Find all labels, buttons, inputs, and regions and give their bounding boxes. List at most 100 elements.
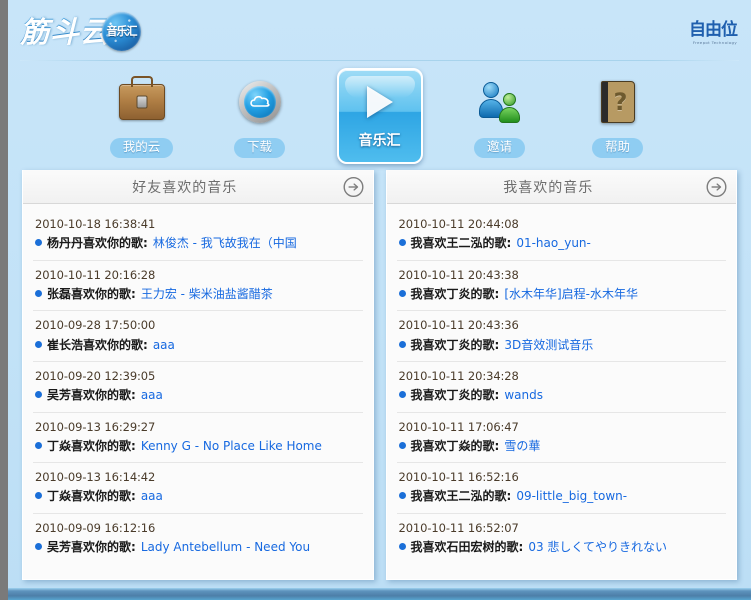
nav-item-my-cloud[interactable]: 我的云 bbox=[101, 74, 183, 166]
bullet-icon bbox=[35, 340, 42, 348]
panel-body-my-music: 2010-10-11 20:44:08 我喜欢王二泓的歌: 01-hao_yun… bbox=[387, 204, 737, 579]
entry-line: 杨丹丹喜欢你的歌: 林俊杰 - 我飞故我在（中国 bbox=[35, 235, 361, 252]
entry-line: 我喜欢王二泓的歌: 09-little_big_town- bbox=[398, 488, 725, 505]
entry-song-link[interactable]: 03 悲しくてやりきれない bbox=[528, 539, 667, 556]
entry-song-link[interactable]: 王力宏 - 柴米油盐酱醋茶 bbox=[141, 286, 273, 303]
entry-timestamp: 2010-09-13 16:14:42 bbox=[35, 470, 156, 485]
bullet-icon bbox=[398, 289, 406, 297]
entry-song-link[interactable]: 09-little_big_town- bbox=[516, 488, 627, 505]
entry-song-link[interactable]: [水木年华]启程-水木年华 bbox=[504, 286, 638, 303]
entry-song-link[interactable]: Kenny G - No Place Like Home bbox=[141, 438, 322, 455]
list-item[interactable]: 2010-09-13 16:29:27 丁焱喜欢你的歌: Kenny G - N… bbox=[33, 413, 363, 464]
entry-line: 丁焱喜欢你的歌: Kenny G - No Place Like Home bbox=[35, 438, 361, 455]
list-item[interactable]: 2010-10-11 20:43:38 我喜欢丁炎的歌: [水木年华]启程-水木… bbox=[396, 261, 726, 312]
list-item[interactable]: 2010-10-11 20:43:36 我喜欢丁炎的歌: 3D音效测试音乐 bbox=[396, 311, 726, 362]
list-item[interactable]: 2010-10-11 20:16:28 张磊喜欢你的歌: 王力宏 - 柴米油盐酱… bbox=[33, 261, 363, 312]
header-divider bbox=[20, 60, 739, 61]
list-item[interactable]: 2010-10-18 16:38:41 杨丹丹喜欢你的歌: 林俊杰 - 我飞故我… bbox=[33, 210, 363, 261]
entry-song-link[interactable]: 林俊杰 - 我飞故我在（中国 bbox=[153, 235, 297, 252]
entry-timestamp: 2010-09-13 16:29:27 bbox=[35, 419, 156, 434]
logo-badge-icon: 音乐汇 bbox=[102, 11, 142, 51]
bullet-icon bbox=[35, 543, 42, 551]
list-item[interactable]: 2010-09-13 16:14:42 丁焱喜欢你的歌: aaa bbox=[33, 463, 363, 514]
entry-actor: 我喜欢王二泓的歌: bbox=[410, 236, 512, 251]
bullet-icon bbox=[398, 543, 406, 551]
entry-actor: 我喜欢丁焱的歌: bbox=[410, 438, 500, 453]
entry-song-link[interactable]: 01-hao_yun- bbox=[516, 235, 591, 252]
entry-actor: 我喜欢丁炎的歌: bbox=[410, 388, 500, 403]
panels-container: 好友喜欢的音乐 2010-10-18 16:38:41 杨丹丹喜欢你的歌: 林俊… bbox=[8, 170, 751, 580]
entry-timestamp: 2010-09-28 17:50:00 bbox=[35, 318, 156, 333]
entry-timestamp: 2010-10-11 16:52:07 bbox=[398, 520, 519, 535]
entry-timestamp: 2010-10-11 20:43:36 bbox=[398, 318, 519, 333]
nav-label-my-cloud: 我的云 bbox=[109, 138, 174, 158]
entry-line: 我喜欢王二泓的歌: 01-hao_yun- bbox=[398, 235, 725, 252]
entry-timestamp: 2010-09-20 12:39:05 bbox=[35, 368, 156, 383]
entry-actor: 我喜欢丁炎的歌: bbox=[410, 337, 500, 352]
list-item[interactable]: 2010-09-28 17:50:00 崔长浩喜欢你的歌: aaa bbox=[33, 311, 363, 362]
entry-timestamp: 2010-10-11 16:52:16 bbox=[398, 470, 519, 485]
entry-actor: 丁焱喜欢你的歌: bbox=[47, 489, 136, 504]
entry-song-link[interactable]: Lady Antebellum - Need You bbox=[141, 539, 310, 556]
bullet-icon bbox=[35, 239, 42, 247]
nav-label-music-hub: 音乐汇 bbox=[358, 133, 401, 149]
entry-actor: 杨丹丹喜欢你的歌: bbox=[47, 236, 148, 251]
entry-line: 崔长浩喜欢你的歌: aaa bbox=[35, 337, 361, 354]
nav-label-download: 下载 bbox=[233, 138, 285, 158]
logo[interactable]: 筋斗云 音乐汇 bbox=[20, 8, 142, 54]
bullet-icon bbox=[398, 492, 406, 500]
entry-actor: 我喜欢王二泓的歌: bbox=[410, 489, 512, 504]
panel-title-friends-music: 好友喜欢的音乐 bbox=[132, 179, 238, 196]
entry-timestamp: 2010-10-18 16:38:41 bbox=[35, 217, 156, 231]
nav-item-invite[interactable]: 邀请 bbox=[459, 74, 541, 166]
entry-song-link[interactable]: wands bbox=[504, 387, 543, 404]
bullet-icon bbox=[35, 289, 42, 297]
bullet-icon bbox=[35, 492, 42, 500]
entry-line: 我喜欢丁炎的歌: [水木年华]启程-水木年华 bbox=[398, 286, 725, 303]
nav-item-music-hub[interactable]: 音乐汇 bbox=[336, 68, 423, 164]
main-navigation: 我的云 下载 音乐汇 邀请 ? 帮助 bbox=[8, 62, 751, 170]
entry-actor: 我喜欢石田宏树的歌: bbox=[410, 540, 524, 555]
arrow-right-circle-icon[interactable] bbox=[342, 176, 364, 197]
entry-timestamp: 2010-09-09 16:12:16 bbox=[35, 520, 156, 535]
entry-song-link[interactable]: aaa bbox=[141, 488, 163, 505]
list-item[interactable]: 2010-10-11 16:52:16 我喜欢王二泓的歌: 09-little_… bbox=[396, 463, 726, 514]
entry-song-link[interactable]: 雪の華 bbox=[504, 438, 540, 455]
bullet-icon bbox=[398, 239, 406, 247]
panel-header: 好友喜欢的音乐 bbox=[23, 170, 373, 204]
brandmark-subtitle: Freepot Technology bbox=[692, 40, 737, 45]
list-item[interactable]: 2010-10-11 20:34:28 我喜欢丁炎的歌: wands bbox=[396, 362, 726, 413]
bullet-icon bbox=[35, 441, 42, 449]
list-item[interactable]: 2010-10-11 16:52:07 我喜欢石田宏树的歌: 03 悲しくてやり… bbox=[397, 514, 727, 564]
entry-song-link[interactable]: 3D音效测试音乐 bbox=[504, 337, 593, 354]
entry-song-link[interactable]: aaa bbox=[141, 387, 163, 404]
list-item[interactable]: 2010-09-09 16:12:16 吴芳喜欢你的歌: Lady Antebe… bbox=[33, 514, 363, 564]
people-icon bbox=[472, 74, 528, 130]
nav-label-help: 帮助 bbox=[591, 138, 643, 158]
list-item[interactable]: 2010-10-11 17:06:47 我喜欢丁焱的歌: 雪の華 bbox=[396, 413, 726, 464]
cloud-download-icon bbox=[232, 74, 288, 130]
entry-line: 我喜欢丁炎的歌: 3D音效测试音乐 bbox=[398, 337, 725, 354]
play-icon bbox=[349, 76, 411, 128]
arrow-right-circle-icon[interactable] bbox=[706, 176, 727, 197]
entry-actor: 丁焱喜欢你的歌: bbox=[47, 438, 136, 453]
panel-body-friends-music: 2010-10-18 16:38:41 杨丹丹喜欢你的歌: 林俊杰 - 我飞故我… bbox=[23, 204, 373, 579]
nav-item-download[interactable]: 下载 bbox=[219, 74, 301, 166]
logo-wordmark: 筋斗云 bbox=[20, 13, 111, 48]
app-page: 筋斗云 音乐汇 自由位 Freepot Technology 我的云 下载 音乐… bbox=[8, 0, 751, 600]
nav-item-help[interactable]: 帮助 bbox=[577, 74, 659, 166]
entry-timestamp: 2010-10-11 17:06:47 bbox=[398, 419, 519, 434]
entry-line: 吴芳喜欢你的歌: aaa bbox=[35, 387, 361, 404]
panel-my-music: 我喜欢的音乐 2010-10-11 20:44:08 我喜欢王二泓的歌: 01-… bbox=[385, 170, 737, 580]
entry-actor: 崔长浩喜欢你的歌: bbox=[47, 337, 148, 352]
list-item[interactable]: 2010-09-20 12:39:05 吴芳喜欢你的歌: aaa bbox=[33, 362, 363, 413]
entry-line: 吴芳喜欢你的歌: Lady Antebellum - Need You bbox=[35, 539, 361, 556]
list-item[interactable]: 2010-10-11 20:44:08 我喜欢王二泓的歌: 01-hao_yun… bbox=[396, 210, 726, 261]
entry-line: 我喜欢丁焱的歌: 雪の華 bbox=[398, 438, 725, 455]
briefcase-icon bbox=[114, 74, 170, 130]
entry-actor: 吴芳喜欢你的歌: bbox=[47, 540, 136, 555]
entry-song-link[interactable]: aaa bbox=[153, 337, 175, 354]
brandmark-title: 自由位 bbox=[689, 20, 738, 40]
bottom-bar bbox=[8, 588, 751, 600]
panel-friends-music: 好友喜欢的音乐 2010-10-18 16:38:41 杨丹丹喜欢你的歌: 林俊… bbox=[22, 170, 374, 580]
